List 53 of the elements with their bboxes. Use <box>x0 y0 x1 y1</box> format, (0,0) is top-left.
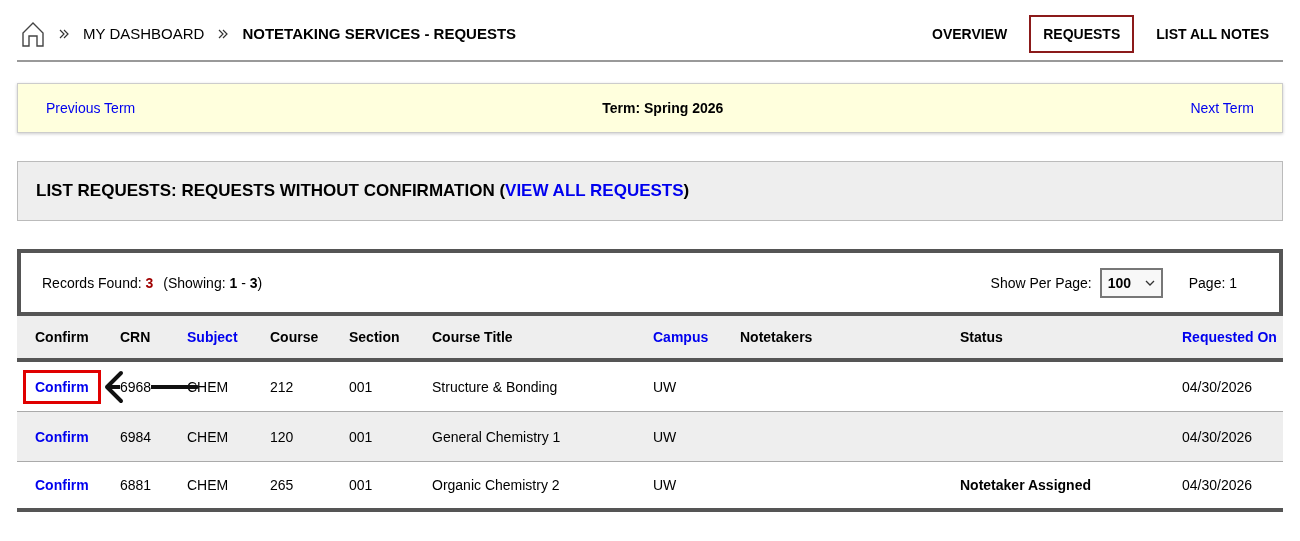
column-header[interactable]: Requested On <box>1182 327 1277 347</box>
showing-range: (Showing: 1 - 3) <box>163 273 263 293</box>
table-cell-text: 04/30/2026 <box>1182 476 1253 495</box>
table-cell-text: Notetaker Assigned <box>960 476 1091 495</box>
nav-tab[interactable]: LIST ALL NOTES <box>1142 15 1283 53</box>
table-cell-text: 6881 <box>120 476 152 495</box>
table-cell-text: 120 <box>270 427 294 447</box>
column-header: CRN <box>120 328 151 347</box>
page-number: Page: 1 <box>1188 273 1237 293</box>
confirm-link[interactable]: Confirm <box>35 426 89 447</box>
column-header[interactable]: Subject <box>187 327 238 347</box>
double-chevron-icon <box>218 29 229 39</box>
column-header: Course <box>270 328 319 347</box>
table-cell-text: 04/30/2026 <box>1182 377 1253 397</box>
table-cell-text: Organic Chemistry 2 <box>432 476 560 495</box>
table-cell-text: 001 <box>349 427 373 447</box>
table-cell-text: Structure & Bonding <box>432 377 558 397</box>
per-page-label: Show Per Page: <box>990 273 1092 293</box>
page-title: NOTETAKING SERVICES - REQUESTS <box>242 23 517 44</box>
chevron-down-icon <box>1144 279 1155 286</box>
term-label: Term: Spring 2026 <box>602 99 724 118</box>
home-icon[interactable] <box>21 21 45 47</box>
view-all-requests-link[interactable]: VIEW ALL REQUESTS <box>505 178 684 204</box>
confirm-link[interactable]: Confirm <box>35 475 89 495</box>
table-cell-text: CHEM <box>187 427 229 447</box>
confirm-link[interactable]: Confirm <box>23 369 101 404</box>
table-cell-text: 001 <box>349 377 373 397</box>
column-header: Course Title <box>432 328 513 347</box>
previous-term-link[interactable]: Previous Term <box>46 98 136 118</box>
table-cell-text: 001 <box>349 476 373 495</box>
column-header: Notetakers <box>740 328 813 347</box>
table-cell-text: UW <box>653 476 677 495</box>
table-cell-text: General Chemistry 1 <box>432 427 561 447</box>
list-heading: LIST REQUESTS: REQUESTS WITHOUT CONFIRMATION ( <box>36 180 506 203</box>
column-header[interactable]: Campus <box>653 327 709 347</box>
closing-parenthesis: ) <box>683 180 690 203</box>
table-cell-text: UW <box>653 427 677 447</box>
table-cell-text: UW <box>653 377 677 397</box>
table-cell-text: 6984 <box>120 427 152 447</box>
next-term-link[interactable]: Next Term <box>1190 98 1254 118</box>
column-header: Section <box>349 328 400 347</box>
table-cell-text: 265 <box>270 476 294 495</box>
column-header: Confirm <box>35 328 89 347</box>
nav-tab[interactable]: REQUESTS <box>1029 15 1135 53</box>
column-header: Status <box>960 328 1003 347</box>
double-chevron-icon <box>59 29 69 39</box>
breadcrumb-link[interactable]: MY DASHBOARD <box>83 22 205 46</box>
nav-tab[interactable]: OVERVIEW <box>918 15 1022 53</box>
table-cell-text: 04/30/2026 <box>1182 427 1253 447</box>
table-cell-text: 212 <box>270 377 294 397</box>
records-found-label: Records Found: 3 <box>42 273 154 293</box>
per-page-select[interactable]: 100 <box>1099 267 1163 298</box>
table-cell-text: CHEM <box>187 476 229 495</box>
